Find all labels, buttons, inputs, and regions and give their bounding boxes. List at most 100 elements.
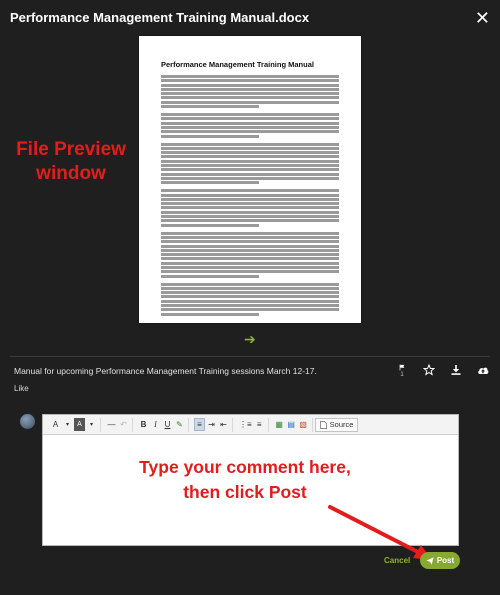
document-text-line [161,117,339,121]
document-paragraph [161,231,339,278]
flag-button[interactable]: 1 [395,364,409,378]
download-button[interactable] [449,364,463,378]
flag-count: 1 [400,372,404,378]
background-color-button[interactable]: A [74,418,85,431]
remove-format-icon[interactable]: ✎ [174,418,185,431]
document-text-line [161,253,339,257]
toolbar-color-group: A ▾ A ▾ [47,417,101,432]
favorite-button[interactable] [422,364,436,378]
document-text-line [161,231,339,235]
undo-icon[interactable]: ↶ [118,418,129,431]
document-text-line [161,312,259,316]
document-paragraph [161,189,339,227]
document-text-line [161,176,339,180]
document-title: Performance Management Training Manual [161,60,314,69]
document-text-line [161,159,339,163]
document-text-line [161,142,339,146]
document-text-line [161,304,339,308]
toolbar-insert-group: — ↶ [103,417,133,432]
upload-button[interactable] [476,364,490,378]
document-text-line [161,274,259,278]
document-text-line [161,282,339,286]
source-button[interactable]: Source [314,417,359,432]
bold-button[interactable]: B [138,418,149,431]
document-text-line [161,193,339,197]
flag-icon [399,364,405,371]
file-actions: 1 [395,364,490,378]
chevron-down-icon[interactable]: ▾ [62,418,73,431]
toolbar-media-group: ▦ ▤ ▧ [271,417,313,432]
document-text-line [161,210,339,214]
type-comment-annotation: Type your comment here, then click Post [112,455,378,505]
document-text-line [161,134,259,138]
document-text-line [161,121,339,125]
document-text-line [161,96,339,100]
post-label: Post [436,556,455,565]
document-text-line [161,181,259,185]
document-paragraph [161,142,339,185]
send-icon [426,556,434,565]
document-text-line [161,100,339,104]
post-button[interactable]: Post [420,552,460,569]
document-text-line [161,113,339,117]
document-text-line [161,206,339,210]
toolbar-list-group: ⋮≡ ≡ [235,417,269,432]
attachment-icon[interactable]: ▧ [298,418,309,431]
image-icon[interactable]: ▦ [274,418,285,431]
document-paragraph [161,113,339,138]
document-text-line [161,151,339,155]
document-text-line [161,168,339,172]
document-text-line [161,291,339,295]
avatar [20,414,35,429]
document-text-line [161,215,339,219]
document-text-line [161,257,339,261]
document-paragraph [161,75,339,109]
horizontal-line-button[interactable]: — [106,418,117,431]
arrow-right-icon[interactable]: ➔ [244,331,256,348]
underline-button[interactable]: U [162,418,173,431]
document-text-line [161,244,339,248]
document-paragraph [161,282,339,316]
editor-toolbar: A ▾ A ▾ — ↶ B I U ✎ ≡ ⇥ ⇤ ⋮≡ ≡ ▦ ▤ ▧ Sou… [43,415,458,435]
document-text-line [161,270,339,274]
document-text-line [161,155,339,159]
document-text-line [161,308,339,312]
document-text-line [161,79,339,83]
file-preview-annotation: File Preview window [16,139,126,184]
outdent-icon[interactable]: ⇤ [218,418,229,431]
document-text-line [161,83,339,87]
document-text-line [161,92,339,96]
text-color-button[interactable]: A [50,418,61,431]
indent-icon[interactable]: ⇥ [206,418,217,431]
close-icon[interactable]: ✕ [475,8,490,29]
document-text-line [161,105,259,109]
document-text-line [161,235,339,239]
document-text-line [161,197,339,201]
document-text-line [161,223,259,227]
toolbar-align-group: ≡ ⇥ ⇤ [191,417,233,432]
chevron-down-icon[interactable]: ▾ [86,418,97,431]
document-text-line [161,87,339,91]
italic-button[interactable]: I [150,418,161,431]
document-text-line [161,75,339,78]
cancel-button[interactable]: Cancel [384,556,410,565]
document-text-line [161,202,339,206]
document-text-line [161,240,339,244]
document-icon [319,420,327,429]
document-text-line [161,189,339,193]
annotation-line: then click Post [183,482,307,502]
numbered-list-icon[interactable]: ⋮≡ [238,418,253,431]
document-text-line [161,146,339,150]
cloud-upload-icon [478,367,489,374]
like-link[interactable]: Like [14,384,29,393]
table-icon[interactable]: ▤ [286,418,297,431]
file-title: Performance Management Training Manual.d… [10,10,310,25]
download-icon [451,365,461,375]
document-text-line [161,295,339,299]
toolbar-format-group: B I U ✎ [135,417,189,432]
align-left-icon[interactable]: ≡ [194,418,205,431]
bulleted-list-icon[interactable]: ≡ [254,418,265,431]
document-preview-page: Performance Management Training Manual [139,36,361,323]
document-text-line [161,219,339,223]
document-text-line [161,265,339,269]
